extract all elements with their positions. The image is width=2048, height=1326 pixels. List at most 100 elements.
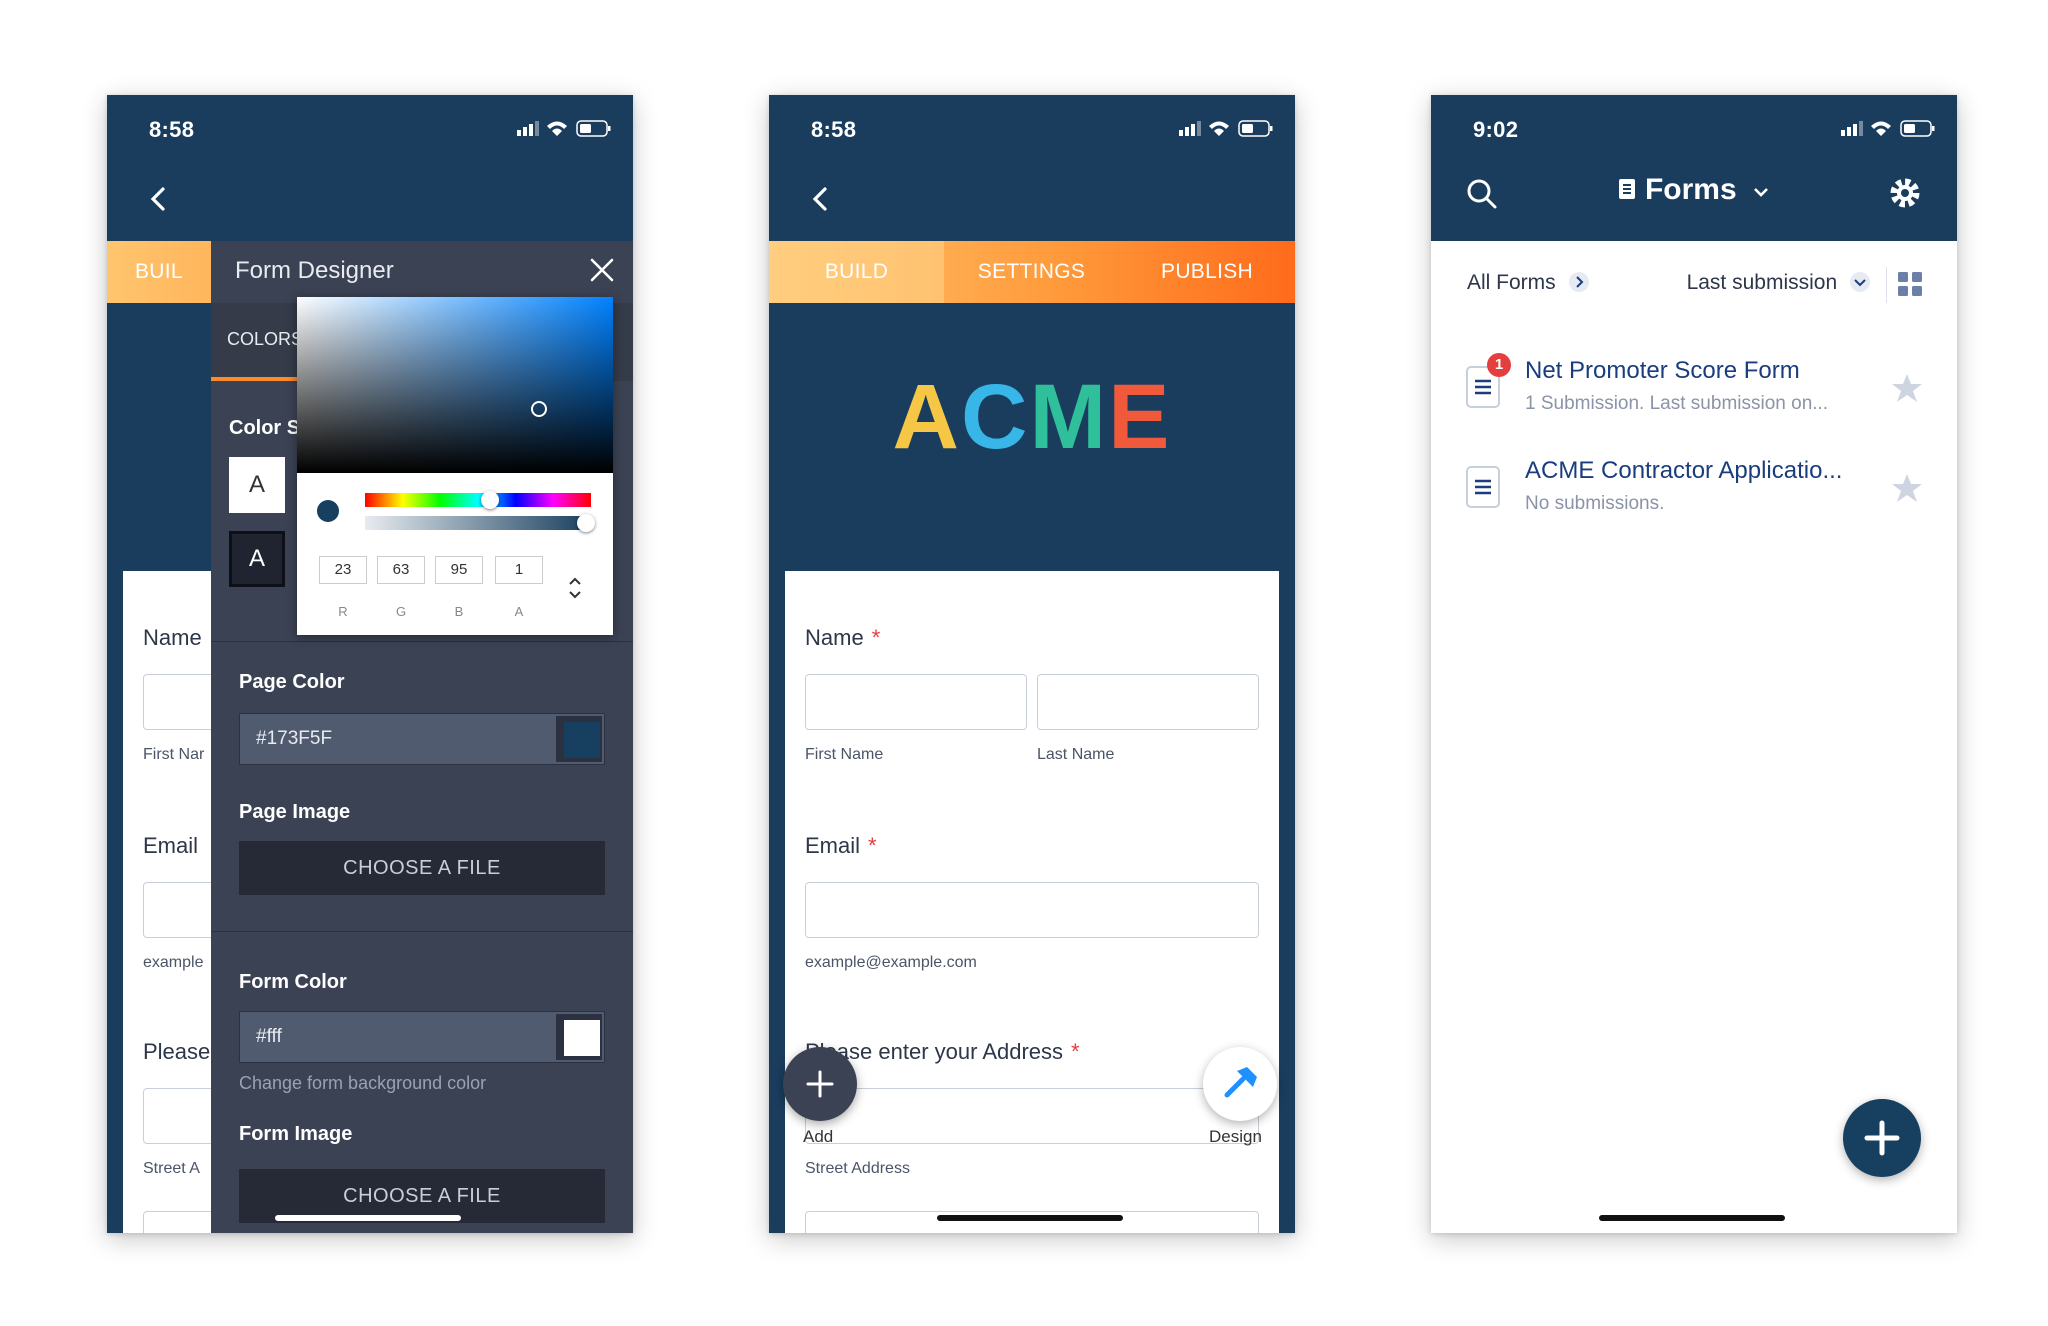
tab-publish[interactable]: PUBLISH: [1119, 241, 1295, 303]
scheme-light-swatch[interactable]: A: [229, 457, 285, 513]
home-indicator: [937, 1215, 1123, 1221]
first-name-input[interactable]: [805, 674, 1027, 730]
form-card: Name * First Name Last Name Email * exampl…: [785, 571, 1279, 1233]
panel-title: Form Designer: [235, 257, 394, 284]
add-label: Add: [803, 1127, 834, 1146]
status-time: 8:58: [811, 117, 857, 142]
color-scheme-label: Color S: [229, 417, 301, 439]
forms-title-dropdown[interactable]: Forms: [1431, 173, 1957, 207]
scheme-dark-swatch[interactable]: A: [229, 531, 285, 587]
tab-build[interactable]: BUIL: [135, 241, 215, 303]
form-color-note: Change form background color: [239, 1073, 487, 1093]
email-input[interactable]: [805, 882, 1259, 938]
bg-street-label: Street A: [143, 1160, 200, 1177]
acme-logo: ACME: [769, 365, 1295, 470]
active-tab-indicator: [211, 377, 297, 381]
street-input[interactable]: [805, 1088, 1259, 1144]
status-icons: [1841, 120, 1935, 137]
builder-tabs: BUILD SETTINGS PUBLISH: [769, 241, 1295, 303]
alpha-knob[interactable]: [577, 514, 595, 532]
hue-knob[interactable]: [481, 491, 499, 509]
chevron-down-icon: [1850, 272, 1870, 292]
star-icon[interactable]: [1891, 473, 1923, 503]
page-color-value: #173F5F: [256, 728, 333, 749]
divider: [1886, 267, 1887, 303]
first-name-label: First Name: [805, 746, 884, 763]
b-input[interactable]: 95: [435, 556, 483, 584]
close-icon[interactable]: [589, 257, 615, 283]
form-image-label: Form Image: [239, 1123, 353, 1145]
last-name-input[interactable]: [1037, 674, 1259, 730]
bg-first-label: First Nar: [143, 746, 205, 763]
status-icons: [517, 120, 611, 137]
tab-build[interactable]: BUILD: [769, 241, 944, 303]
grid-view-icon[interactable]: [1897, 271, 1923, 297]
color-picker-popover: 23 63 95 1 R G B A: [297, 297, 613, 635]
current-color-preview: [317, 500, 339, 522]
form-color-label: Form Color: [239, 971, 347, 993]
email-label: Email *: [805, 833, 877, 858]
r-label: R: [338, 604, 348, 619]
format-toggle-icon[interactable]: [567, 575, 583, 601]
all-forms-filter[interactable]: All Forms: [1467, 271, 1590, 295]
sv-handle[interactable]: [531, 401, 547, 417]
saturation-value-area[interactable]: [297, 297, 613, 473]
page-color-swatch[interactable]: [556, 716, 602, 762]
bg-example-label: example: [143, 954, 204, 971]
design-button[interactable]: [1203, 1047, 1277, 1121]
form-subtitle: No submissions.: [1525, 493, 1665, 514]
r-input[interactable]: 23: [319, 556, 367, 584]
back-chevron-icon[interactable]: [143, 181, 173, 217]
street-label: Street Address: [805, 1160, 910, 1177]
add-button[interactable]: [783, 1047, 857, 1121]
g-label: G: [395, 604, 407, 619]
divider: [211, 931, 633, 932]
bg-name-label: Name: [143, 625, 202, 650]
submission-badge: 1: [1487, 353, 1511, 377]
status-bar: 8:58: [107, 95, 633, 159]
b-label: B: [454, 604, 464, 619]
form-color-input[interactable]: #fff: [239, 1011, 605, 1063]
form-title: ACME Contractor Applicatio...: [1525, 457, 1843, 484]
gear-icon[interactable]: [1887, 175, 1923, 211]
page-image-choose-button[interactable]: CHOOSE A FILE: [239, 841, 605, 895]
hue-slider[interactable]: [365, 493, 591, 507]
plus-icon: [806, 1070, 834, 1098]
page-title: Forms: [1644, 173, 1737, 206]
background-form: Name First Nar Email example Please Stre…: [123, 571, 263, 1233]
chevron-right-icon: [1568, 272, 1589, 292]
form-doc-icon: [1618, 179, 1635, 199]
logo-letter-e: E: [1108, 366, 1172, 468]
g-input[interactable]: 63: [377, 556, 425, 584]
form-list-item[interactable]: 1 Net Promoter Score Form 1 Submission. …: [1431, 343, 1957, 439]
sort-dropdown[interactable]: Last submission: [1687, 271, 1871, 295]
alpha-slider[interactable]: [365, 516, 591, 530]
phone-form-builder: 8:58 BUILD SETTINGS PUBLISH ACME Name * F…: [769, 95, 1295, 1233]
form-color-swatch[interactable]: [556, 1014, 602, 1060]
tab-colors[interactable]: COLORS: [227, 329, 303, 350]
last-name-label: Last Name: [1037, 746, 1115, 763]
plus-icon: [1864, 1120, 1900, 1156]
status-time: 9:02: [1473, 117, 1519, 142]
home-indicator: [275, 1215, 461, 1221]
status-bar: 9:02: [1431, 95, 1957, 159]
page-color-label: Page Color: [239, 671, 345, 693]
tab-settings[interactable]: SETTINGS: [944, 241, 1119, 303]
back-chevron-icon[interactable]: [805, 181, 835, 217]
home-indicator: [1599, 1215, 1785, 1221]
email-hint: example@example.com: [805, 954, 977, 971]
phone-form-designer: 8:58 BUIL Name First Nar Email example P…: [107, 95, 633, 1233]
a-input[interactable]: 1: [495, 556, 543, 584]
nav-bar: [107, 159, 633, 241]
logo-letter-a: A: [892, 366, 961, 468]
design-label: Design: [1209, 1127, 1262, 1146]
page-color-input[interactable]: #173F5F: [239, 713, 605, 765]
star-icon[interactable]: [1891, 373, 1923, 403]
all-forms-label: All Forms: [1467, 271, 1556, 294]
hammer-icon: [1224, 1067, 1257, 1098]
bg-please-label: Please: [143, 1039, 211, 1064]
status-time: 8:58: [149, 117, 195, 142]
logo-letter-c: C: [960, 366, 1030, 468]
form-list-item[interactable]: ACME Contractor Applicatio... No submiss…: [1431, 443, 1957, 539]
create-form-button[interactable]: [1843, 1099, 1921, 1177]
